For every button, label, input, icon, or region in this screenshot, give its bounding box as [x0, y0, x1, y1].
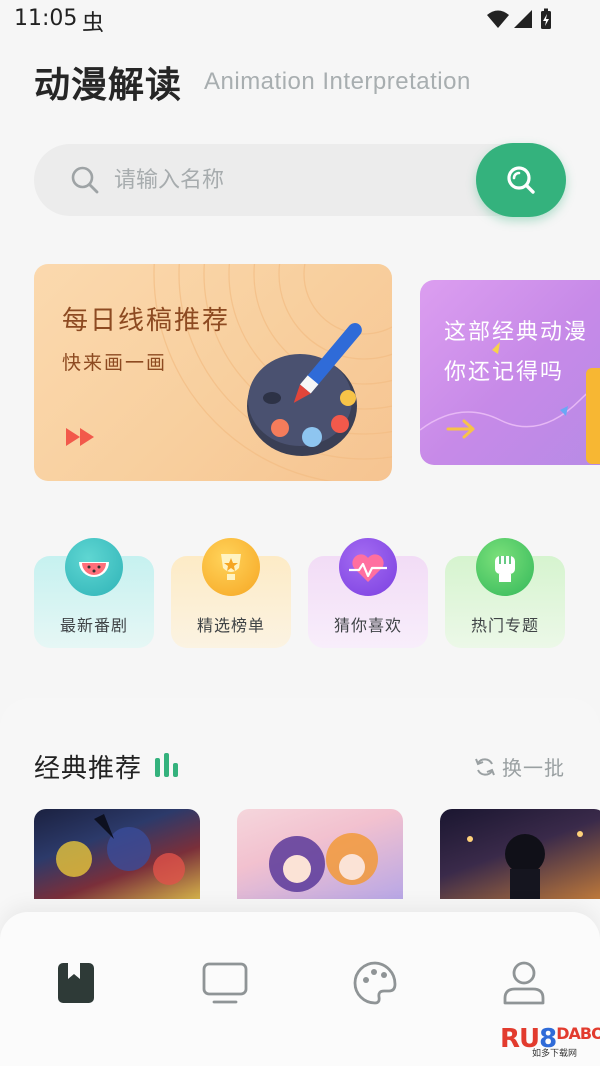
- category-label-new-anime: 最新番剧: [59, 616, 128, 635]
- page-subtitle: Animation Interpretation: [204, 68, 471, 95]
- category-label-guess-you-like: 猜你喜欢: [333, 616, 402, 635]
- watermark-sub: 如多下载网: [532, 1049, 578, 1059]
- paint-palette-icon: [240, 320, 370, 474]
- watermark-logo: RU8DABO 如多下载网: [500, 1024, 600, 1059]
- refresh-label: 换一批: [502, 756, 565, 780]
- debug-bug-icon: 虫: [82, 11, 105, 36]
- nav-item-palette[interactable]: [350, 958, 400, 1008]
- refresh-icon: [475, 757, 495, 776]
- signal-icon: [514, 10, 532, 28]
- tv-icon: [202, 962, 248, 1004]
- user-icon: [503, 961, 545, 1005]
- status-time: 11:05: [14, 6, 78, 31]
- trophy-icon: [202, 538, 260, 596]
- nav-item-profile[interactable]: [499, 958, 549, 1008]
- search-icon: [70, 165, 100, 195]
- palette-icon: [353, 961, 397, 1005]
- arrow-right-icon: [446, 418, 476, 444]
- watermelon-icon: [65, 538, 123, 596]
- status-icons: [486, 8, 556, 36]
- category-label-hot-topics: 热门专题: [470, 616, 539, 635]
- battery-icon: [541, 8, 551, 29]
- fast-forward-icon: [64, 426, 98, 452]
- section-title: 经典推荐: [34, 754, 143, 784]
- banner-2-subtitle: 你还记得吗: [444, 360, 565, 385]
- bar-chart-icon: [154, 752, 182, 782]
- anime-poster-2[interactable]: [237, 809, 403, 899]
- anime-poster-1[interactable]: [34, 809, 200, 899]
- bookmark-icon: [58, 963, 94, 1003]
- banner-1-title: 每日线稿推荐: [62, 306, 231, 336]
- search-button[interactable]: [476, 143, 566, 217]
- nav-item-bookmark[interactable]: [51, 958, 101, 1008]
- banner-2-decoration: [586, 368, 600, 464]
- watermark-text-3: DABO: [556, 1024, 600, 1043]
- fist-icon: [476, 538, 534, 596]
- refresh-button[interactable]: 换一批: [474, 752, 565, 781]
- category-label-top-list: 精选榜单: [196, 616, 265, 635]
- anime-poster-3[interactable]: [440, 809, 600, 899]
- wifi-icon: [487, 10, 509, 28]
- banner-2-title: 这部经典动漫: [444, 320, 589, 345]
- banner-1-subtitle: 快来画一画: [62, 352, 168, 374]
- search-input[interactable]: [114, 163, 454, 197]
- search-button-icon: [507, 166, 535, 194]
- nav-item-tv[interactable]: [200, 958, 250, 1008]
- heart-icon: [339, 538, 397, 596]
- page-title: 动漫解读: [34, 65, 183, 106]
